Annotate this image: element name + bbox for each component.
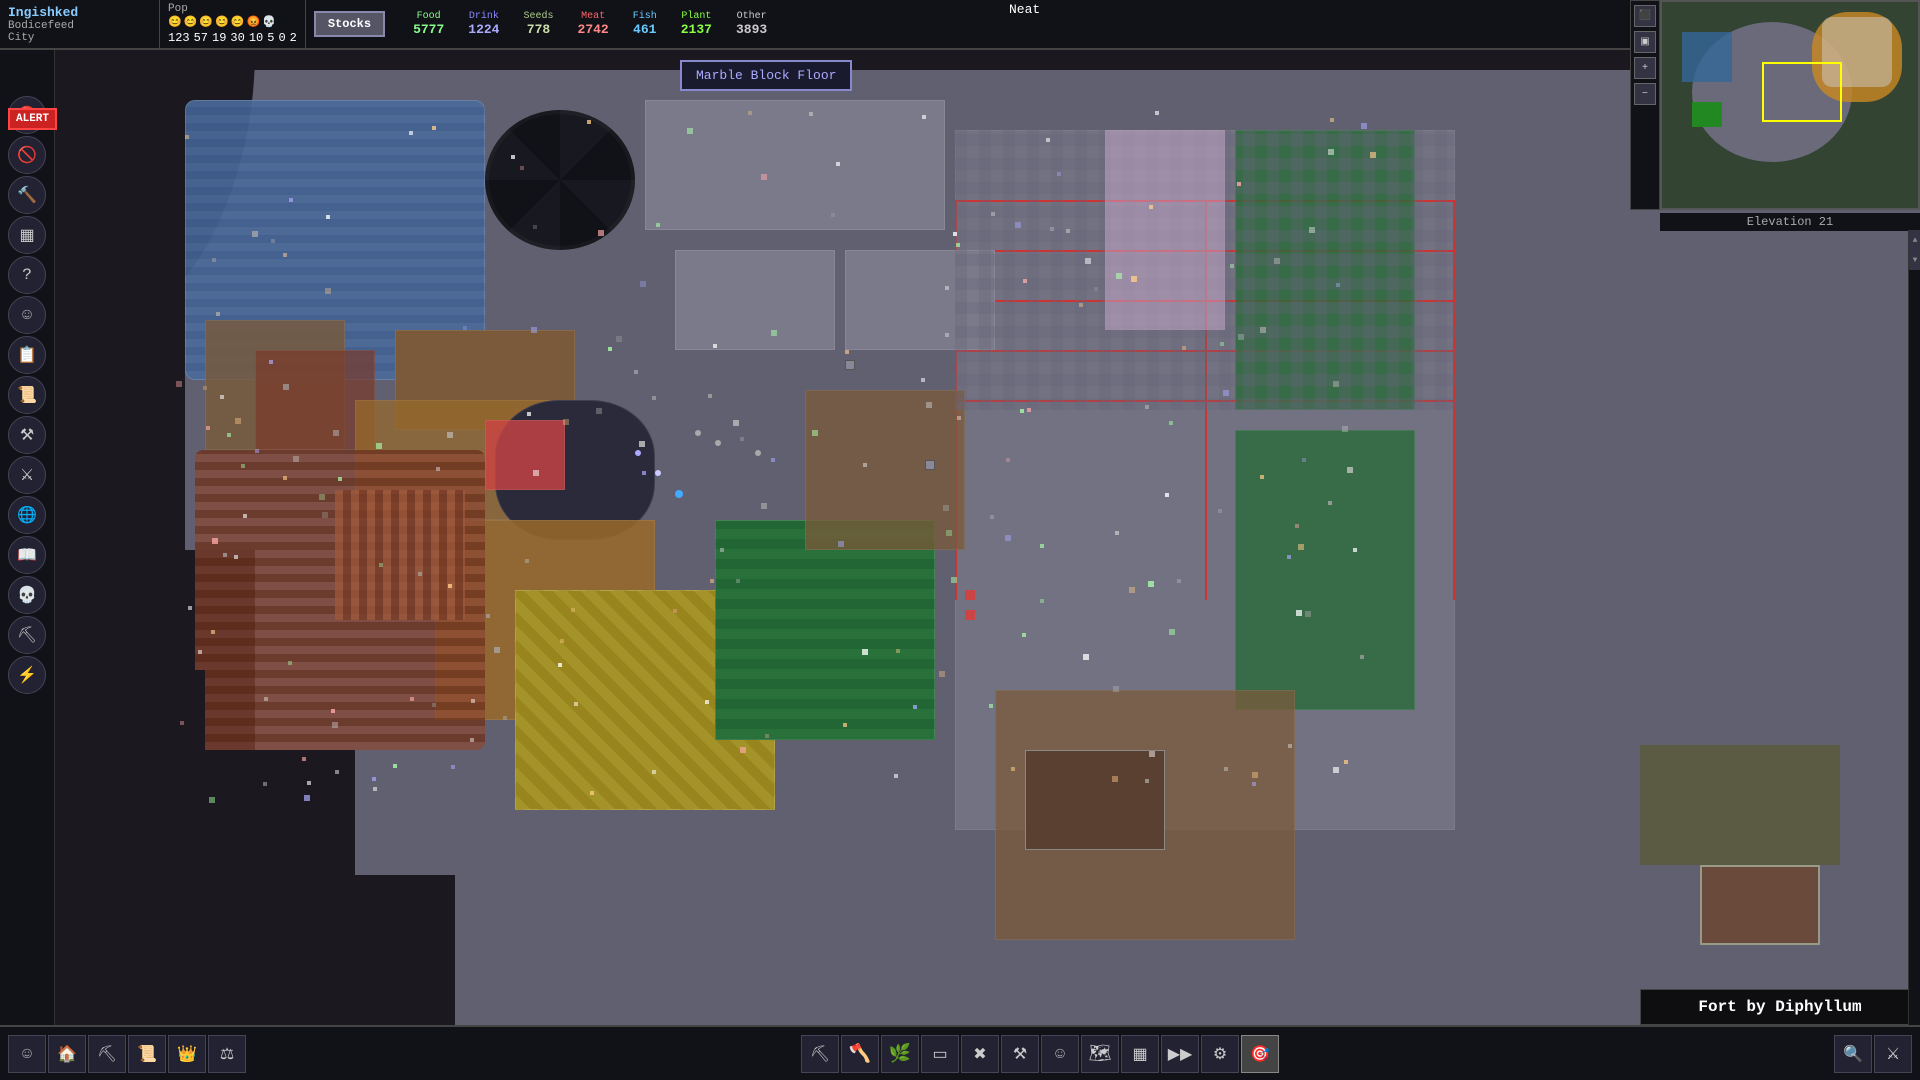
- nobles-button[interactable]: 👑: [168, 1035, 206, 1073]
- plant-resource: Plant 2137: [669, 9, 724, 39]
- justice-button[interactable]: ⚖: [208, 1035, 246, 1073]
- right-scroll-indicator[interactable]: ▲ ▼: [1908, 230, 1920, 1025]
- alert-button[interactable]: ALERT: [8, 108, 57, 130]
- minimap-controls: ⬛ ▣ + −: [1630, 0, 1660, 210]
- sidebar-zone-icon[interactable]: ▦: [8, 216, 46, 254]
- fort-credit-text: Fort by Diphyllum: [1698, 998, 1861, 1016]
- sidebar-query-icon[interactable]: ?: [8, 256, 46, 294]
- pop-numbers: 123 57 19 30 10 5 0 2: [168, 31, 297, 45]
- bottom-right-icons: 🔍 ⚔: [1826, 1031, 1920, 1077]
- pop-section: Pop 😊 😊 😊 😊 😊 😡 💀 123 57 19 30 10 5 0 2: [160, 0, 306, 48]
- sidebar-military-icon[interactable]: ⚔: [8, 456, 46, 494]
- more-button[interactable]: ▶▶: [1161, 1035, 1199, 1073]
- remove-tool-button[interactable]: ✖: [961, 1035, 999, 1073]
- sidebar-unit-icon[interactable]: ☺: [8, 296, 46, 334]
- building-button[interactable]: 🏠: [48, 1035, 86, 1073]
- resources-section: Food 5777 Drink 1224 Seeds 778 Meat 2742…: [393, 0, 1773, 48]
- minimap-canvas: [1662, 2, 1918, 208]
- minimap[interactable]: [1660, 0, 1920, 210]
- build-tool-button[interactable]: ⚒: [1001, 1035, 1039, 1073]
- sidebar-orders-icon[interactable]: 📜: [8, 376, 46, 414]
- other-resource: Other 3893: [724, 9, 779, 39]
- drink-resource: Drink 1224: [456, 9, 511, 39]
- minimap-mode-button[interactable]: ▣: [1634, 31, 1656, 53]
- bottom-center-icons: ⛏ 🪓 🌿 ▭ ✖ ⚒ ☺ 🗺 ▦ ▶▶ ⚙ 🎯: [254, 1035, 1826, 1073]
- sidebar-civs-icon[interactable]: 🌐: [8, 496, 46, 534]
- action-button[interactable]: 🎯: [1241, 1035, 1279, 1073]
- view-tool-button[interactable]: 🗺: [1081, 1035, 1119, 1073]
- bottom-left-icons: ☺ 🏠 ⛏ 📜 👑 ⚖: [0, 1031, 254, 1077]
- meat-resource: Meat 2742: [566, 9, 621, 39]
- fort-info: Ingishked Bodicefeed City: [0, 0, 160, 48]
- tooltip: Marble Block Floor: [680, 60, 852, 91]
- dig-button[interactable]: ⛏: [88, 1035, 126, 1073]
- elevation-label: Elevation 21: [1660, 213, 1920, 231]
- mine-tool-button[interactable]: ⛏: [801, 1035, 839, 1073]
- scroll-down-arrow[interactable]: ▼: [1909, 250, 1920, 270]
- chop-tool-button[interactable]: 🪓: [841, 1035, 879, 1073]
- left-sidebar: ALERT ⛔ 🚫 🔨 ▦ ? ☺ 📋 📜 ⚒ ⚔ 🌐 📖 💀 ⛏ ⚡: [0, 50, 55, 1025]
- announcements-button[interactable]: 📜: [128, 1035, 166, 1073]
- attack-button[interactable]: ⚔: [1874, 1035, 1912, 1073]
- scroll-up-arrow[interactable]: ▲: [1909, 230, 1920, 250]
- fort-subtitle: Bodicefeed City: [8, 20, 151, 44]
- grid-tool-button[interactable]: ▦: [1121, 1035, 1159, 1073]
- dwarf-status-button[interactable]: ☺: [8, 1035, 46, 1073]
- sidebar-labor-icon[interactable]: ⚒: [8, 416, 46, 454]
- zoom-button[interactable]: 🔍: [1834, 1035, 1872, 1073]
- neat-label: Neat: [1009, 2, 1040, 17]
- bottom-toolbar: ☺ 🏠 ⛏ 📜 👑 ⚖ ⛏ 🪓 🌿 ▭ ✖ ⚒ ☺ 🗺 ▦ ▶▶ ⚙ 🎯 🔍 ⚔: [0, 1025, 1920, 1080]
- fish-resource: Fish 461: [621, 9, 669, 39]
- sidebar-no-icon[interactable]: 🚫: [8, 136, 46, 174]
- food-resource: Food 5777: [401, 9, 456, 39]
- sidebar-build-icon[interactable]: 🔨: [8, 176, 46, 214]
- sidebar-skull-icon[interactable]: 💀: [8, 576, 46, 614]
- smooth-tool-button[interactable]: ▭: [921, 1035, 959, 1073]
- settings-button[interactable]: ⚙: [1201, 1035, 1239, 1073]
- zoom-in-button[interactable]: +: [1634, 57, 1656, 79]
- unit-tool-button[interactable]: ☺: [1041, 1035, 1079, 1073]
- pop-label: Pop: [168, 3, 297, 15]
- seeds-resource: Seeds 778: [512, 9, 566, 39]
- sidebar-notes-icon[interactable]: 📋: [8, 336, 46, 374]
- tooltip-text: Marble Block Floor: [696, 68, 836, 83]
- sidebar-legend-icon[interactable]: 📖: [8, 536, 46, 574]
- gather-tool-button[interactable]: 🌿: [881, 1035, 919, 1073]
- view-toggle-button[interactable]: ⬛: [1634, 5, 1656, 27]
- stocks-button[interactable]: Stocks: [314, 11, 385, 37]
- sidebar-pickaxe-icon[interactable]: ⛏: [8, 616, 46, 654]
- fort-credit-display: Fort by Diphyllum: [1640, 989, 1920, 1025]
- fort-name: Ingishked: [8, 5, 151, 20]
- pop-icons: 😊 😊 😊 😊 😊 😡 💀: [168, 15, 297, 29]
- sidebar-speed-icon[interactable]: ⚡: [8, 656, 46, 694]
- zoom-out-button[interactable]: −: [1634, 83, 1656, 105]
